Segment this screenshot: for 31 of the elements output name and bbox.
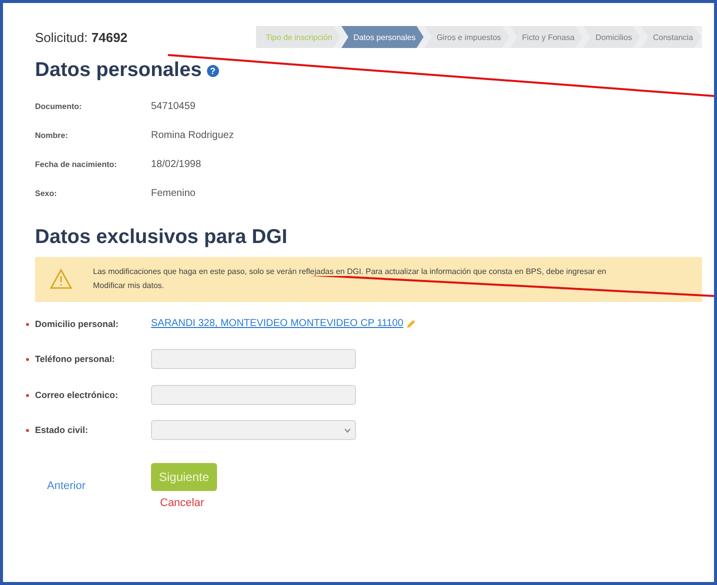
step-tab[interactable]: Giros e impuestos — [424, 26, 510, 48]
step-tab[interactable]: Ficto y Fonasa — [510, 26, 583, 48]
cancel-link[interactable]: Cancelar — [151, 496, 204, 509]
step-tab[interactable]: Datos personales — [341, 26, 424, 48]
info-icon[interactable]: ? — [206, 64, 219, 76]
field-value: 54710459 — [151, 101, 196, 112]
field-value: Romina Rodriguez — [151, 130, 235, 141]
field-label: Sexo: — [35, 189, 58, 198]
input-field[interactable] — [151, 384, 356, 405]
request-number: Solicitud: 74692 — [35, 30, 128, 44]
field-label: Fecha de nacimiento: — [35, 160, 118, 169]
input-field[interactable] — [151, 349, 356, 370]
chevron-icon — [344, 428, 351, 433]
step-tab[interactable]: Domicilios — [584, 26, 640, 48]
field-label: Domicilio personal: — [35, 318, 120, 329]
field-value: Femenino — [151, 188, 196, 199]
next-button[interactable]: Siguiente — [151, 462, 218, 491]
select-field[interactable] — [151, 420, 356, 440]
field-label: Documento: — [35, 102, 83, 111]
section-title: Datos personales — [35, 59, 202, 82]
field-value: 18/02/1998 — [151, 159, 202, 170]
warning-icon — [49, 268, 73, 290]
field-label: Nombre: — [35, 131, 69, 140]
step-tab[interactable]: Constancia — [640, 26, 701, 48]
section-title: Datos exclusivos para DGI — [35, 226, 288, 249]
field-label: Teléfono personal: — [35, 354, 116, 364]
field-label: Estado civil: — [35, 425, 90, 436]
field-label: Correo electrónico: — [35, 390, 120, 400]
pencil-icon[interactable] — [406, 318, 416, 329]
previous-link[interactable]: Anterior — [35, 480, 151, 492]
address-link[interactable]: SARANDI 328, MONTEVIDEO MONTEVIDEO CP 11100 — [151, 318, 702, 330]
